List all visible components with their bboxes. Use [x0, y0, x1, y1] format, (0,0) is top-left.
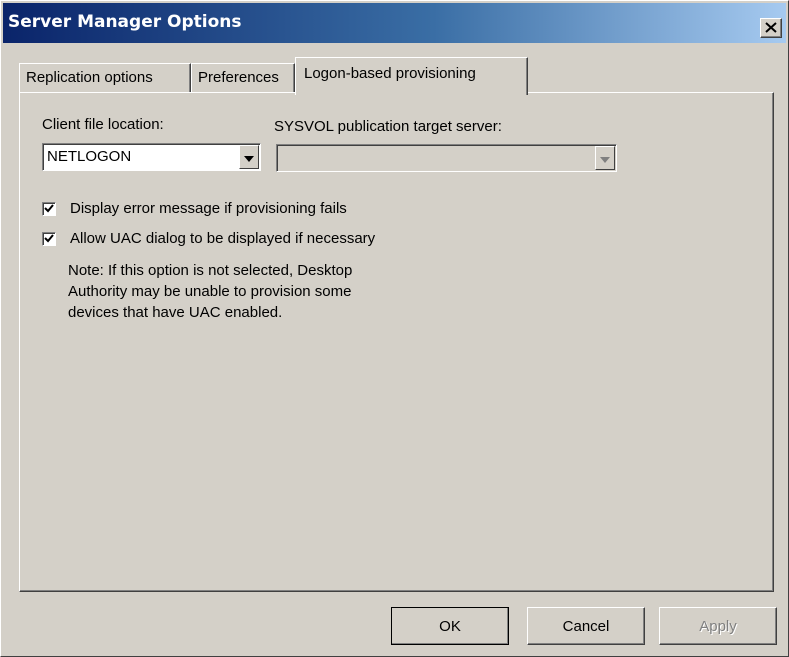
title-bar[interactable]: Server Manager Options: [3, 3, 786, 43]
close-button[interactable]: [760, 18, 782, 38]
client-file-location-value: NETLOGON: [47, 148, 132, 165]
window-title: Server Manager Options: [8, 12, 242, 32]
sysvol-target-select[interactable]: [276, 144, 617, 172]
tab-label: Preferences: [198, 69, 279, 86]
allow-uac-label: Allow UAC dialog to be displayed if nece…: [70, 230, 376, 247]
checkmark-icon: [44, 200, 54, 217]
tab-logon-based-provisioning[interactable]: Logon-based provisioning: [295, 57, 528, 95]
allow-uac-checkbox[interactable]: [42, 230, 56, 247]
close-x-icon: [765, 20, 777, 37]
cancel-button[interactable]: Cancel: [527, 607, 645, 645]
display-error-checkbox-row[interactable]: Display error message if provisioning fa…: [42, 200, 347, 217]
ok-label: OK: [439, 617, 461, 635]
display-error-checkbox[interactable]: [42, 200, 56, 217]
apply-button[interactable]: Apply: [659, 607, 777, 645]
server-manager-options-dialog: Server Manager Options Replication optio…: [0, 0, 789, 657]
tab-replication-options[interactable]: Replication options: [19, 63, 191, 93]
logon-provisioning-panel: Client file location: NETLOGON SYSVOL pu…: [19, 92, 774, 592]
cancel-label: Cancel: [562, 617, 610, 635]
sysvol-target-dropdown-button[interactable]: [595, 146, 615, 170]
client-file-location-label: Client file location:: [42, 116, 164, 133]
display-error-label: Display error message if provisioning fa…: [70, 200, 347, 217]
apply-label: Apply: [699, 617, 737, 635]
tab-label: Replication options: [26, 69, 153, 86]
allow-uac-checkbox-row[interactable]: Allow UAC dialog to be displayed if nece…: [42, 230, 375, 247]
chevron-down-icon: [244, 149, 254, 166]
tab-preferences[interactable]: Preferences: [191, 63, 295, 93]
checkmark-icon: [44, 230, 54, 247]
client-file-location-dropdown-button[interactable]: [239, 145, 259, 169]
sysvol-target-label: SYSVOL publication target server:: [274, 118, 502, 135]
client-file-location-select[interactable]: NETLOGON: [42, 143, 261, 171]
tab-label: Logon-based provisioning: [304, 65, 476, 82]
chevron-down-icon: [600, 150, 610, 167]
uac-note-text: Note: If this option is not selected, De…: [68, 262, 353, 321]
ok-button[interactable]: OK: [391, 607, 509, 645]
